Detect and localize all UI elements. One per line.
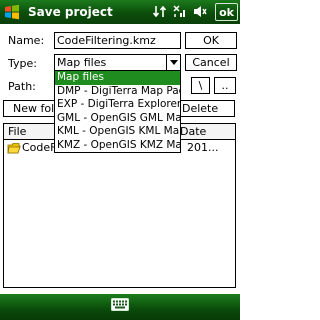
type-option-kmz[interactable]: KMZ - OpenGIS KMZ Map: [55, 139, 180, 153]
up-folder-button[interactable]: ..: [214, 77, 236, 94]
cancel-button[interactable]: Cancel: [185, 54, 237, 71]
type-dropdown-list[interactable]: Map files DMP - DigiTerra Map Pack EXP -…: [54, 70, 181, 153]
window-title: Save project: [28, 5, 113, 19]
name-field[interactable]: CodeFiltering.kmz: [54, 32, 181, 49]
path-label: Path:: [8, 80, 36, 93]
keyboard-icon[interactable]: [111, 298, 129, 312]
connectivity-icon[interactable]: [152, 4, 167, 19]
chevron-down-icon[interactable]: [166, 55, 180, 70]
title-bar: Save project ok: [0, 0, 240, 24]
name-label: Name:: [8, 34, 45, 47]
ok-button[interactable]: OK: [185, 32, 237, 49]
type-option-map-files[interactable]: Map files: [55, 71, 180, 85]
folder-icon: [7, 143, 21, 154]
root-folder-button[interactable]: \: [191, 77, 210, 94]
type-option-dmp[interactable]: DMP - DigiTerra Map Pack: [55, 85, 180, 99]
type-option-gml[interactable]: GML - OpenGIS GML Map F: [55, 112, 180, 126]
type-option-kml[interactable]: KML - OpenGIS KML Map F: [55, 125, 180, 139]
volume-icon[interactable]: [192, 4, 207, 19]
signal-icon[interactable]: [172, 4, 187, 19]
column-header-date[interactable]: Date: [176, 124, 235, 140]
type-dropdown-value: Map files: [57, 56, 107, 69]
type-option-exp[interactable]: EXP - DigiTerra Explorer M: [55, 98, 180, 112]
windows-start-icon[interactable]: [3, 3, 21, 21]
title-ok-button[interactable]: ok: [215, 3, 238, 21]
type-label: Type:: [8, 57, 37, 70]
type-dropdown[interactable]: Map files: [54, 54, 181, 71]
delete-button[interactable]: Delete: [177, 100, 235, 117]
file-date: 201...: [187, 141, 219, 154]
